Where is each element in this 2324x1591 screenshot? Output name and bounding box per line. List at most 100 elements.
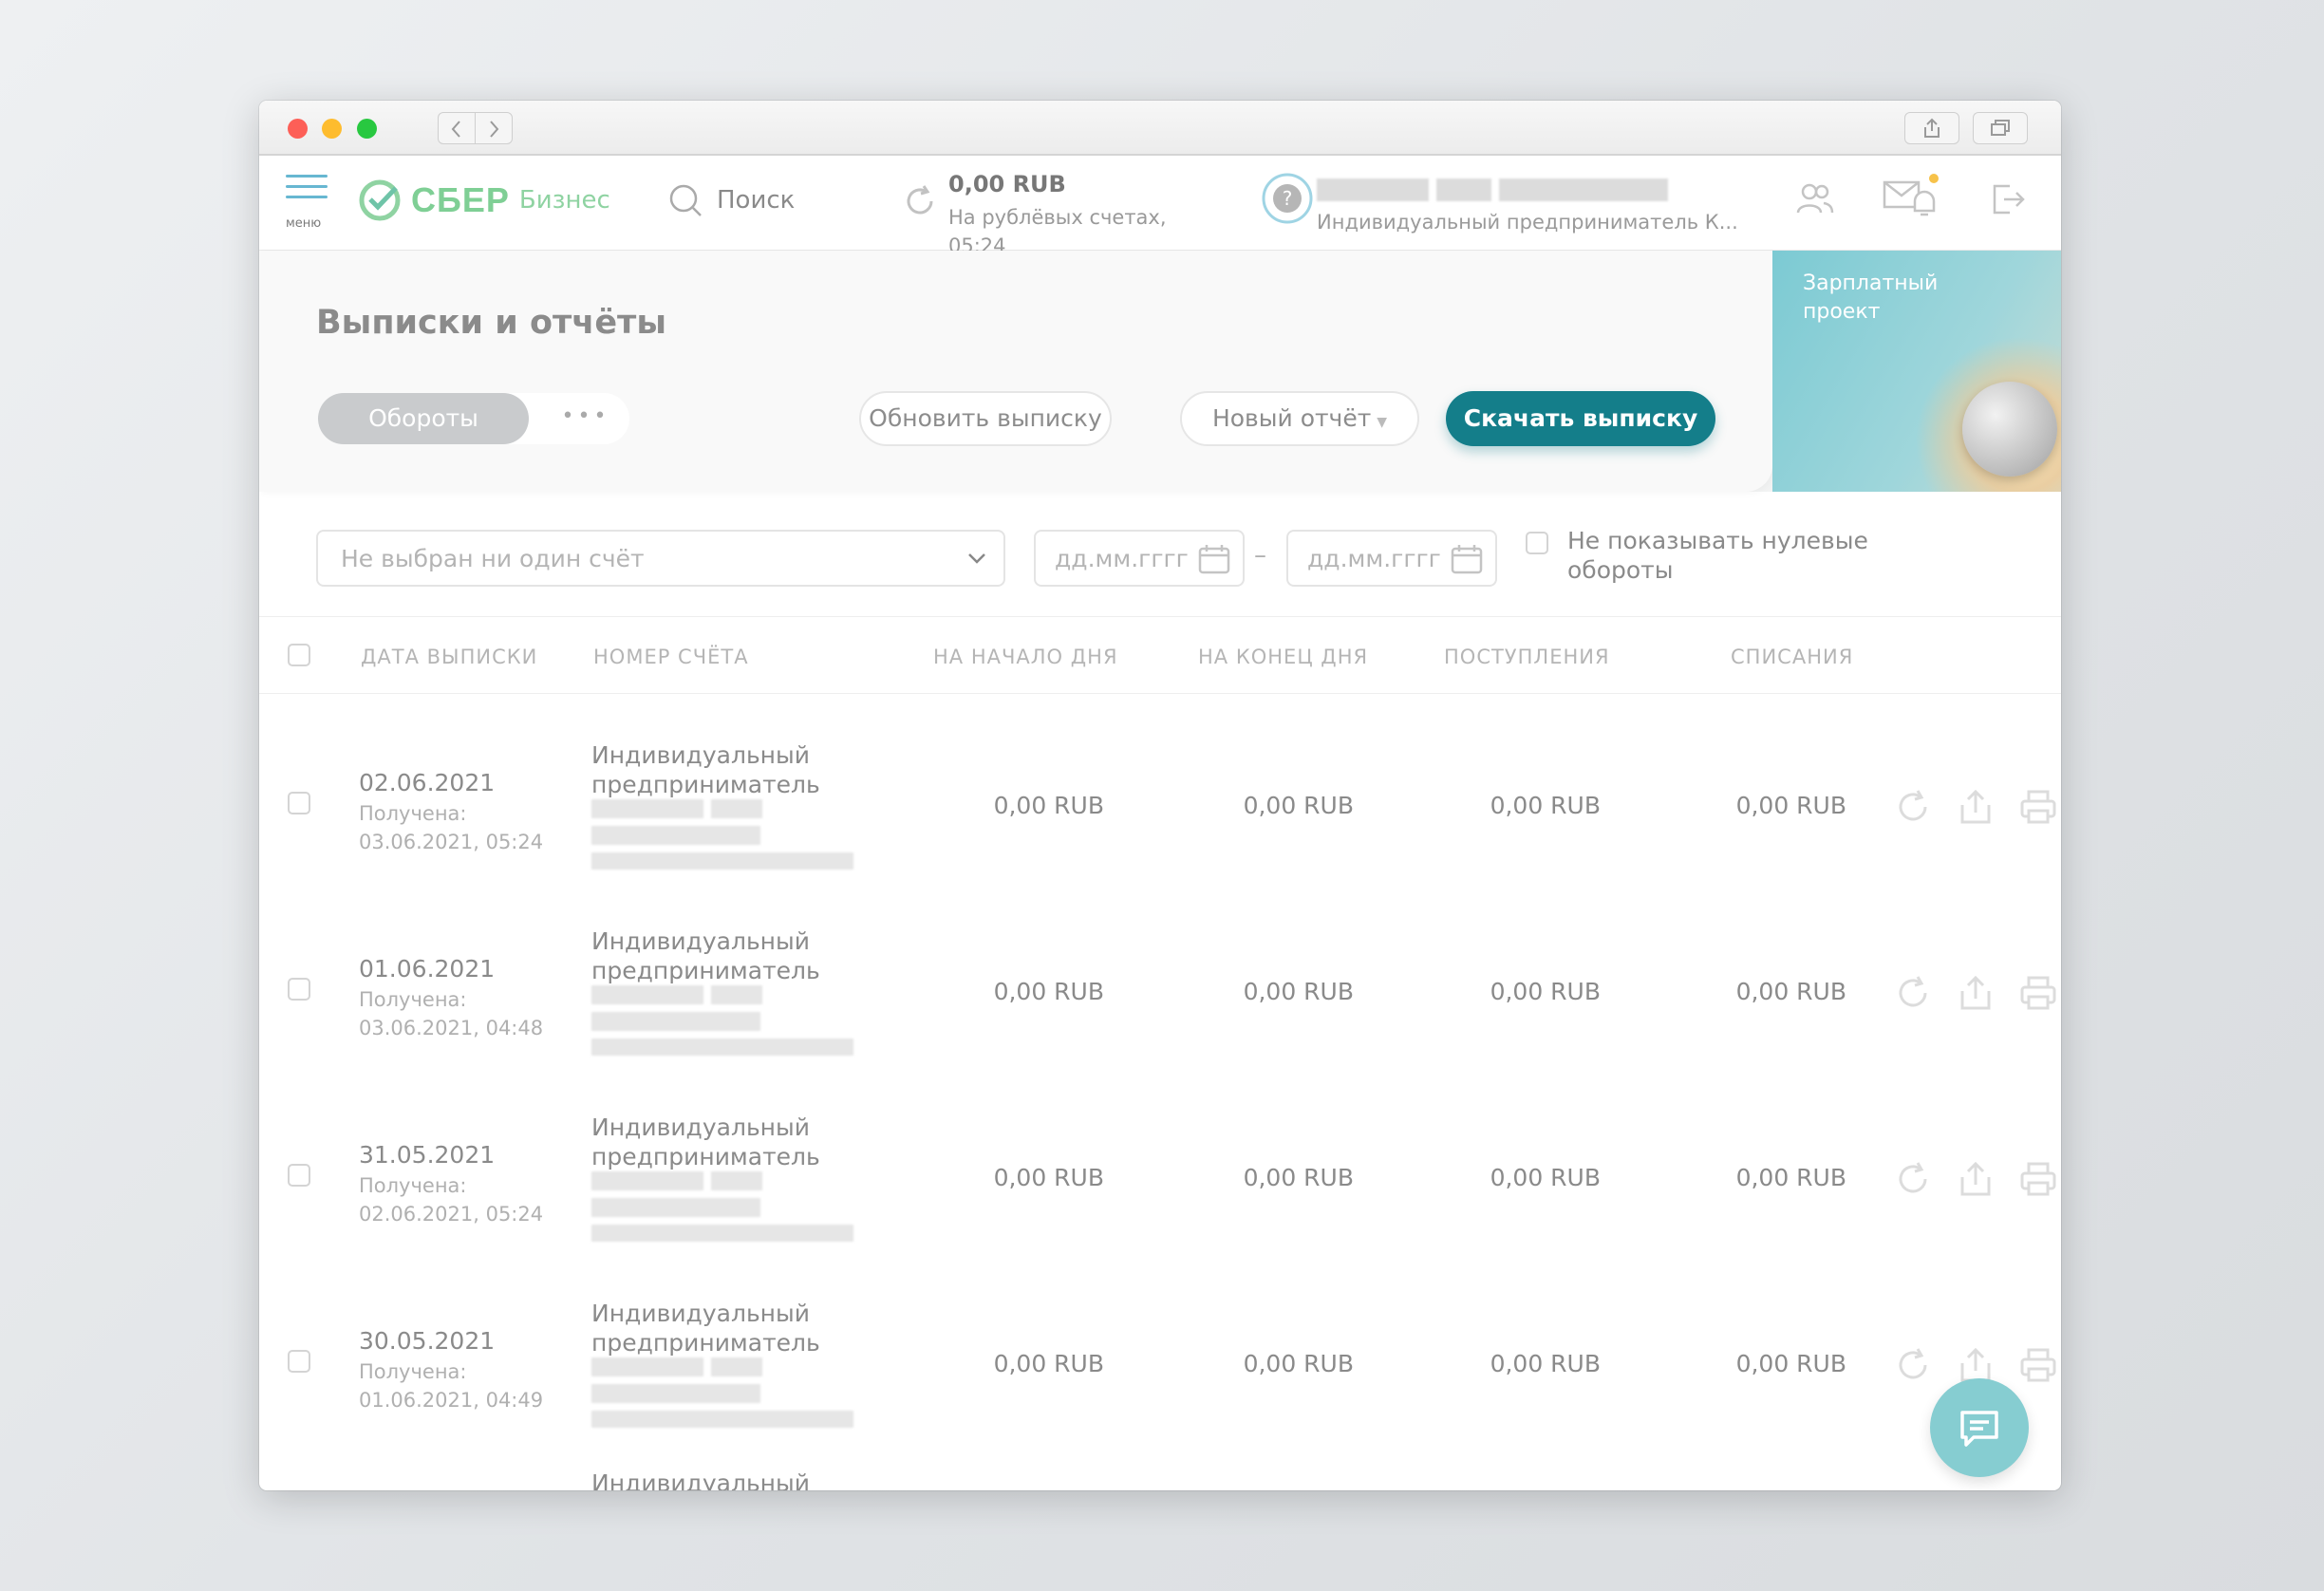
statement-date: 30.05.2021 [359, 1327, 496, 1355]
view-switcher: Обороты ••• [318, 393, 629, 444]
account-info: Индивидуальный предприниматель [591, 1114, 820, 1170]
minimize-window-button[interactable] [322, 119, 342, 139]
chevron-right-icon [490, 121, 499, 138]
row-checkbox[interactable] [288, 978, 310, 1001]
refresh-statement-button[interactable]: Обновить выписку [859, 391, 1112, 446]
users-button[interactable] [1795, 180, 1835, 222]
account-info: Индивидуальный предприниматель [591, 927, 820, 984]
redacted-name [1317, 178, 1429, 201]
row-checkbox[interactable] [288, 1164, 310, 1187]
end-balance: 0,00 RUB [1243, 792, 1354, 819]
calendar-icon[interactable] [1197, 543, 1231, 575]
redacted-account [591, 799, 703, 818]
print-icon[interactable] [2019, 974, 2057, 1012]
share-icon [1924, 118, 1940, 138]
notifications-button[interactable] [1883, 173, 1941, 226]
received-info: Получена: 01.06.2021, 04:49 [359, 1360, 544, 1412]
date-range-separator: – [1254, 541, 1266, 570]
refresh-row-icon[interactable] [1894, 1346, 1932, 1384]
browser-tabs-button[interactable] [1973, 112, 2028, 144]
zoom-window-button[interactable] [357, 119, 377, 139]
browser-forward-button[interactable] [475, 112, 513, 144]
table-row[interactable]: 30.05.2021 Получена: 01.06.2021, 04:49 Ин… [259, 1266, 2061, 1452]
received-info: Получена: 03.06.2021, 04:48 [359, 988, 544, 1039]
col-account-header[interactable]: НОМЕР СЧЁТА [593, 646, 749, 668]
mail-bell-icon [1883, 174, 1939, 216]
col-end-header[interactable]: НА КОНЕЦ ДНЯ [1198, 646, 1368, 668]
end-balance: 0,00 RUB [1243, 978, 1354, 1005]
company-avatar-icon: ? [1262, 173, 1313, 224]
account-select-placeholder: Не выбран ни один счёт [341, 545, 645, 572]
start-balance: 0,00 RUB [993, 1164, 1104, 1191]
browser-share-button[interactable] [1904, 112, 1959, 144]
chevron-left-icon [451, 121, 460, 138]
refresh-row-icon[interactable] [1894, 1160, 1932, 1198]
partial-row-text: Индивидуальный [591, 1469, 811, 1490]
refresh-row-icon[interactable] [1894, 974, 1932, 1012]
hide-zero-label[interactable]: Не показывать нулевые обороты [1567, 526, 1909, 585]
print-icon[interactable] [2019, 1346, 2057, 1384]
sber-logo-icon [359, 179, 401, 221]
search-label: Поиск [717, 186, 796, 215]
table-row[interactable]: 02.06.2021 Получена: 03.06.2021, 05:24 Ин… [259, 708, 2061, 894]
export-icon[interactable] [1957, 1160, 1995, 1198]
redacted-account [591, 1171, 703, 1190]
logout-button[interactable] [1989, 180, 2027, 222]
print-icon[interactable] [2019, 1160, 2057, 1198]
refresh-row-icon[interactable] [1894, 788, 1932, 826]
logo-subtext: Бизнес [518, 186, 610, 215]
export-icon[interactable] [1957, 974, 1995, 1012]
browser-back-button[interactable] [438, 112, 476, 144]
sber-business-logo[interactable]: СБЕР Бизнес [358, 177, 610, 224]
statement-date: 01.06.2021 [359, 955, 496, 983]
menu-button[interactable]: меню [286, 175, 329, 232]
more-tabs-button[interactable]: ••• [557, 393, 614, 444]
company-type: Индивидуальный предприниматель К... [1317, 211, 1738, 234]
chat-icon [1960, 1411, 1998, 1447]
row-checkbox[interactable] [288, 1350, 310, 1373]
close-window-button[interactable] [288, 119, 308, 139]
menu-label: меню [286, 216, 322, 231]
calendar-icon[interactable] [1450, 543, 1484, 575]
print-icon[interactable] [2019, 788, 2057, 826]
statement-date: 02.06.2021 [359, 769, 496, 796]
col-date-header[interactable]: ДАТА ВЫПИСКИ [361, 646, 537, 668]
income-value: 0,00 RUB [1490, 1164, 1601, 1191]
income-value: 0,00 RUB [1490, 978, 1601, 1005]
row-checkbox[interactable] [288, 792, 310, 814]
date-to-field[interactable]: дд.мм.гггг [1286, 530, 1497, 587]
income-value: 0,00 RUB [1490, 792, 1601, 819]
search-button[interactable]: Поиск [667, 182, 795, 218]
select-all-checkbox[interactable] [288, 644, 310, 666]
window-titlebar [259, 101, 2061, 156]
new-report-button[interactable]: Новый отчёт ▼ [1180, 391, 1419, 446]
tab-turnover[interactable]: Обороты [318, 393, 529, 444]
col-income-header[interactable]: ПОСТУПЛЕНИЯ [1444, 646, 1610, 668]
table-row[interactable]: 31.05.2021 Получена: 02.06.2021, 05:24 Ин… [259, 1080, 2061, 1266]
redacted-account [591, 985, 703, 1004]
hide-zero-checkbox[interactable] [1526, 532, 1548, 554]
download-statement-button[interactable]: Скачать выписку [1446, 391, 1715, 446]
balance-amount: 0,00 RUB [948, 171, 1066, 197]
chat-button[interactable] [1930, 1378, 2029, 1477]
account-select[interactable]: Не выбран ни один счёт [316, 530, 1005, 587]
date-from-field[interactable]: дд.мм.гггг [1034, 530, 1245, 587]
salary-project-banner[interactable]: Зарплатный проект [1772, 251, 2061, 492]
refresh-icon [907, 185, 933, 215]
income-value: 0,00 RUB [1490, 1350, 1601, 1377]
search-icon [669, 184, 702, 216]
table-row[interactable]: 01.06.2021 Получена: 03.06.2021, 04:48 Ин… [259, 894, 2061, 1080]
start-balance: 0,00 RUB [993, 978, 1104, 1005]
svg-text:?: ? [1283, 187, 1293, 210]
export-icon[interactable] [1957, 788, 1995, 826]
browser-window: меню СБЕР Бизнес Поиск 0,00 RUB На рублё… [259, 101, 2061, 1490]
col-outcome-header[interactable]: СПИСАНИЯ [1731, 646, 1853, 668]
col-start-header[interactable]: НА НАЧАЛО ДНЯ [933, 646, 1118, 668]
received-info: Получена: 02.06.2021, 05:24 [359, 1174, 544, 1226]
page-header-area: Выписки и отчёты Обороты ••• Обновить вы… [259, 251, 2061, 492]
chevron-down-icon [968, 553, 985, 564]
account-info: Индивидуальный предприниматель [591, 741, 820, 798]
start-balance: 0,00 RUB [993, 1350, 1104, 1377]
date-from-placeholder: дд.мм.гггг [1055, 545, 1189, 572]
received-info: Получена: 03.06.2021, 05:24 [359, 802, 544, 853]
